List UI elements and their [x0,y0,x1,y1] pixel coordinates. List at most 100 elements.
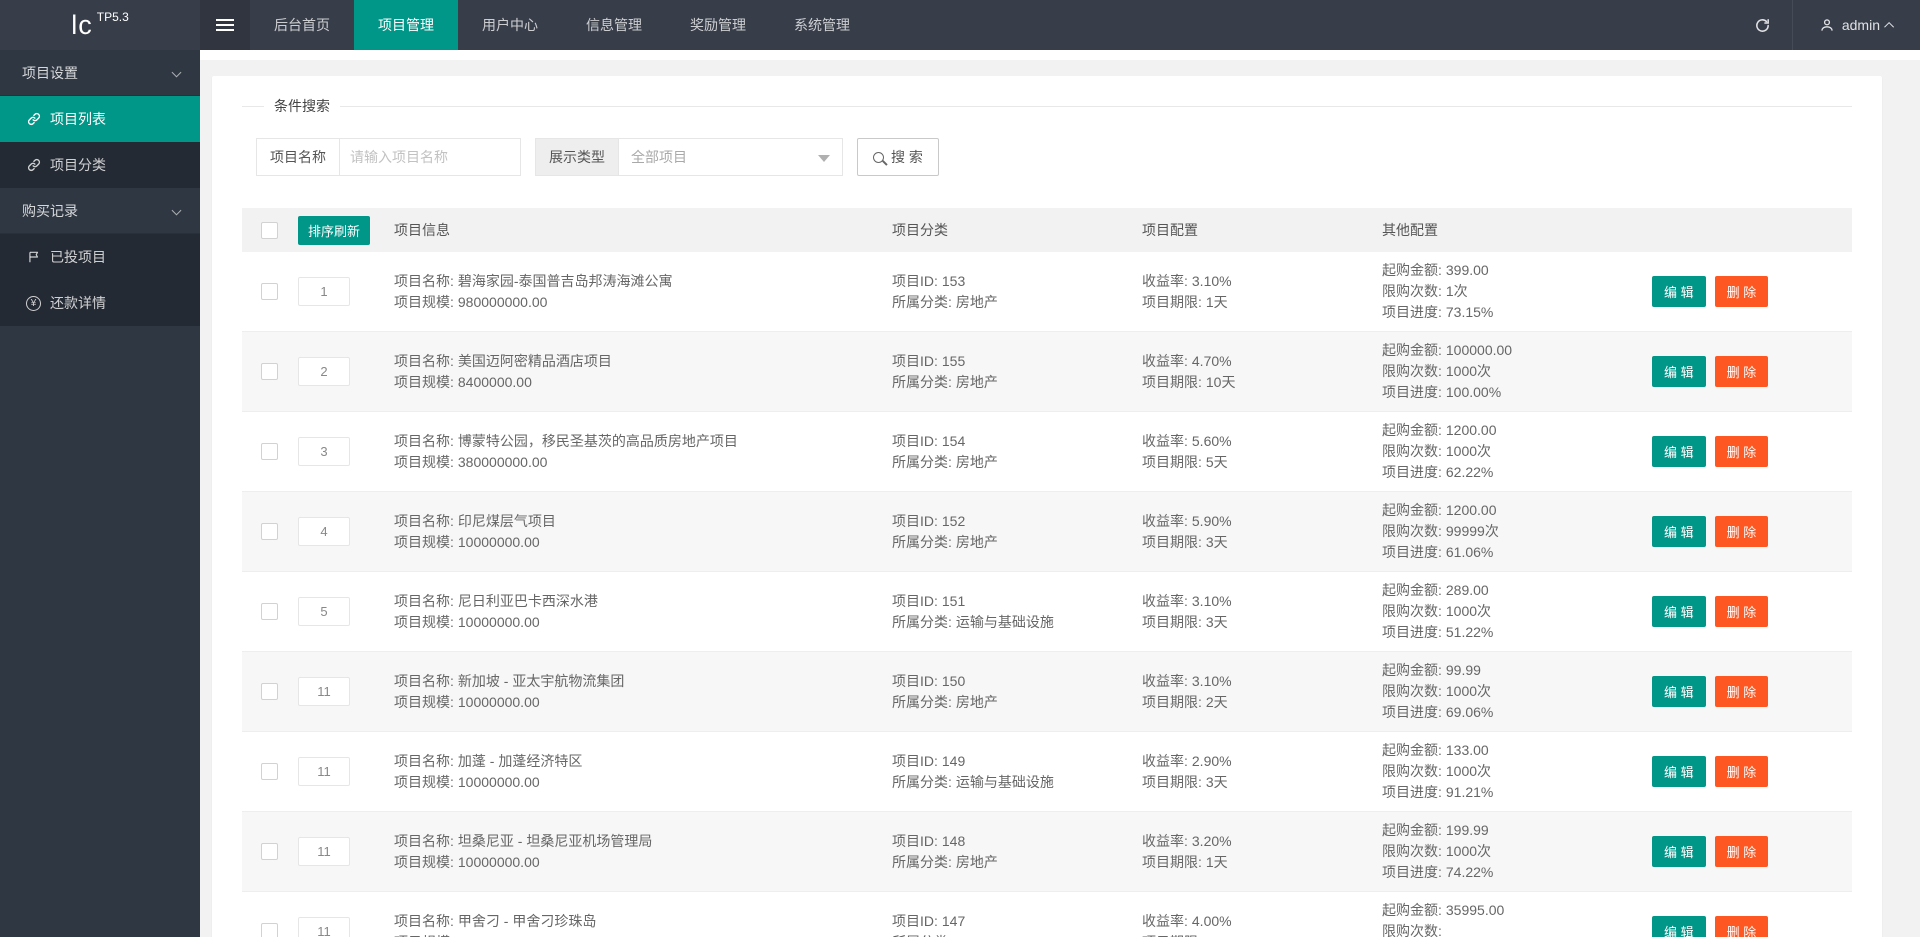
delete-button[interactable]: 删 除 [1714,676,1769,707]
select-all-checkbox[interactable] [261,221,278,239]
project-min-amount: 199.99 [1445,822,1489,838]
project-progress: 69.06% [1445,704,1494,720]
user-menu[interactable]: admin [1793,0,1920,50]
edit-button[interactable]: 编 辑 [1652,756,1706,787]
header-project-category: 项目分类 [892,222,948,238]
project-name: 坦桑尼亚 - 坦桑尼亚机场管理局 [457,832,653,849]
project-purchase-limit: 1000次 [1445,603,1492,619]
delete-button[interactable]: 删 除 [1714,916,1769,937]
project-scale: 10000000.00 [457,533,540,550]
sort-input[interactable] [298,677,350,706]
project-id: 155 [941,352,966,369]
delete-button[interactable]: 删 除 [1714,356,1769,387]
delete-button[interactable]: 删 除 [1714,756,1769,787]
delete-button[interactable]: 删 除 [1714,596,1769,627]
project-progress: 61.06% [1445,544,1494,560]
project-config-cell: 收益率: 3.10% 项目期限: 1天 [1142,272,1232,310]
row-checkbox[interactable] [261,443,278,460]
row-checkbox[interactable] [261,923,278,937]
project-purchase-limit: 1000次 [1445,843,1492,859]
sort-input[interactable] [298,357,350,386]
edit-button[interactable]: 编 辑 [1652,836,1706,867]
project-progress: 73.15% [1445,304,1494,320]
sidebar-group-label: 项目设置 [22,64,78,81]
other-config-cell: 起购金额: 100000.00 限购次数: 1000次 项目进度: 100.00% [1382,342,1513,400]
project-rate: 3.10% [1191,672,1232,689]
sort-input[interactable] [298,277,350,306]
project-category-cell: 项目ID: 152 所属分类: 房地产 [892,512,998,550]
edit-button[interactable]: 编 辑 [1652,276,1706,307]
sort-input[interactable] [298,757,350,786]
topnav-item-system[interactable]: 系统管理 [770,0,874,50]
project-id: 148 [941,832,966,849]
sidebar: 项目设置 项目列表 项目分类 购买记录 已投项目 ¥ 还款详情 [0,50,200,937]
topnav-item-projects[interactable]: 项目管理 [354,0,458,50]
sidebar-item-project-category[interactable]: 项目分类 [0,142,200,188]
edit-button[interactable]: 编 辑 [1652,676,1706,707]
delete-button[interactable]: 删 除 [1714,276,1769,307]
row-actions: 编 辑 删 除 [1652,916,1852,937]
delete-button[interactable]: 删 除 [1714,836,1769,867]
project-period: 5天 [1205,453,1228,470]
row-actions: 编 辑 删 除 [1652,276,1852,307]
project-name: 印尼煤层气项目 [457,512,556,529]
project-rate: 3.10% [1191,272,1232,289]
refresh-button[interactable] [1733,0,1793,50]
sidebar-group-purchase-records[interactable]: 购买记录 [0,188,200,234]
sort-input[interactable] [298,597,350,626]
project-info-cell: 项目名称: 坦桑尼亚 - 坦桑尼亚机场管理局 项目规模: 10000000.00 [394,832,653,870]
row-actions: 编 辑 删 除 [1652,676,1852,707]
edit-button[interactable]: 编 辑 [1652,596,1706,627]
delete-button[interactable]: 删 除 [1714,436,1769,467]
display-type-select[interactable]: 全部项目 [618,138,843,176]
delete-button[interactable]: 删 除 [1714,516,1769,547]
row-actions: 编 辑 删 除 [1652,836,1852,867]
project-category: 运输与基础设施 [955,773,1054,790]
project-config-cell: 收益率: 2.90% 项目期限: 3天 [1142,752,1232,790]
row-checkbox[interactable] [261,283,278,300]
display-type-value: 全部项目 [631,149,687,165]
project-period: 3天 [1205,533,1228,550]
topnav-item-users[interactable]: 用户中心 [458,0,562,50]
project-rate: 5.90% [1191,512,1232,529]
header-project-info: 项目信息 [394,222,450,238]
project-info-cell: 项目名称: 印尼煤层气项目 项目规模: 10000000.00 [394,512,556,550]
logo-version: TP5.3 [96,10,129,24]
project-min-amount: 399.00 [1445,262,1489,278]
project-rate: 5.60% [1191,432,1232,449]
sidebar-item-invested-projects[interactable]: 已投项目 [0,234,200,280]
edit-button[interactable]: 编 辑 [1652,516,1706,547]
collapse-menu-button[interactable] [200,0,250,50]
row-checkbox[interactable] [261,683,278,700]
project-min-amount: 1200.00 [1445,422,1497,438]
edit-button[interactable]: 编 辑 [1652,356,1706,387]
sort-input[interactable] [298,517,350,546]
link-icon [26,158,41,173]
sidebar-item-repayment-details[interactable]: ¥ 还款详情 [0,280,200,326]
edit-button[interactable]: 编 辑 [1652,916,1706,937]
project-rate: 3.10% [1191,592,1232,609]
row-checkbox[interactable] [261,363,278,380]
topnav-item-rewards[interactable]: 奖励管理 [666,0,770,50]
flag-icon [26,250,41,265]
edit-button[interactable]: 编 辑 [1652,436,1706,467]
sort-input[interactable] [298,837,350,866]
row-checkbox[interactable] [261,763,278,780]
project-name-input[interactable] [339,138,521,176]
topnav-item-home[interactable]: 后台首页 [250,0,354,50]
sort-refresh-button[interactable]: 排序刷新 [298,215,371,245]
sort-input[interactable] [298,437,350,466]
sort-input[interactable] [298,917,350,937]
row-checkbox[interactable] [261,523,278,540]
project-category-cell: 项目ID: 155 所属分类: 房地产 [892,352,998,390]
project-rate: 4.70% [1191,352,1232,369]
sidebar-group-project-settings[interactable]: 项目设置 [0,50,200,96]
topnav-item-info[interactable]: 信息管理 [562,0,666,50]
row-checkbox[interactable] [261,603,278,620]
row-checkbox[interactable] [261,843,278,860]
chevron-up-icon [1884,21,1895,32]
project-name-label: 项目名称 [256,138,340,176]
project-id: 149 [941,752,966,769]
search-button[interactable]: 搜 索 [857,138,939,176]
sidebar-item-project-list[interactable]: 项目列表 [0,96,200,142]
